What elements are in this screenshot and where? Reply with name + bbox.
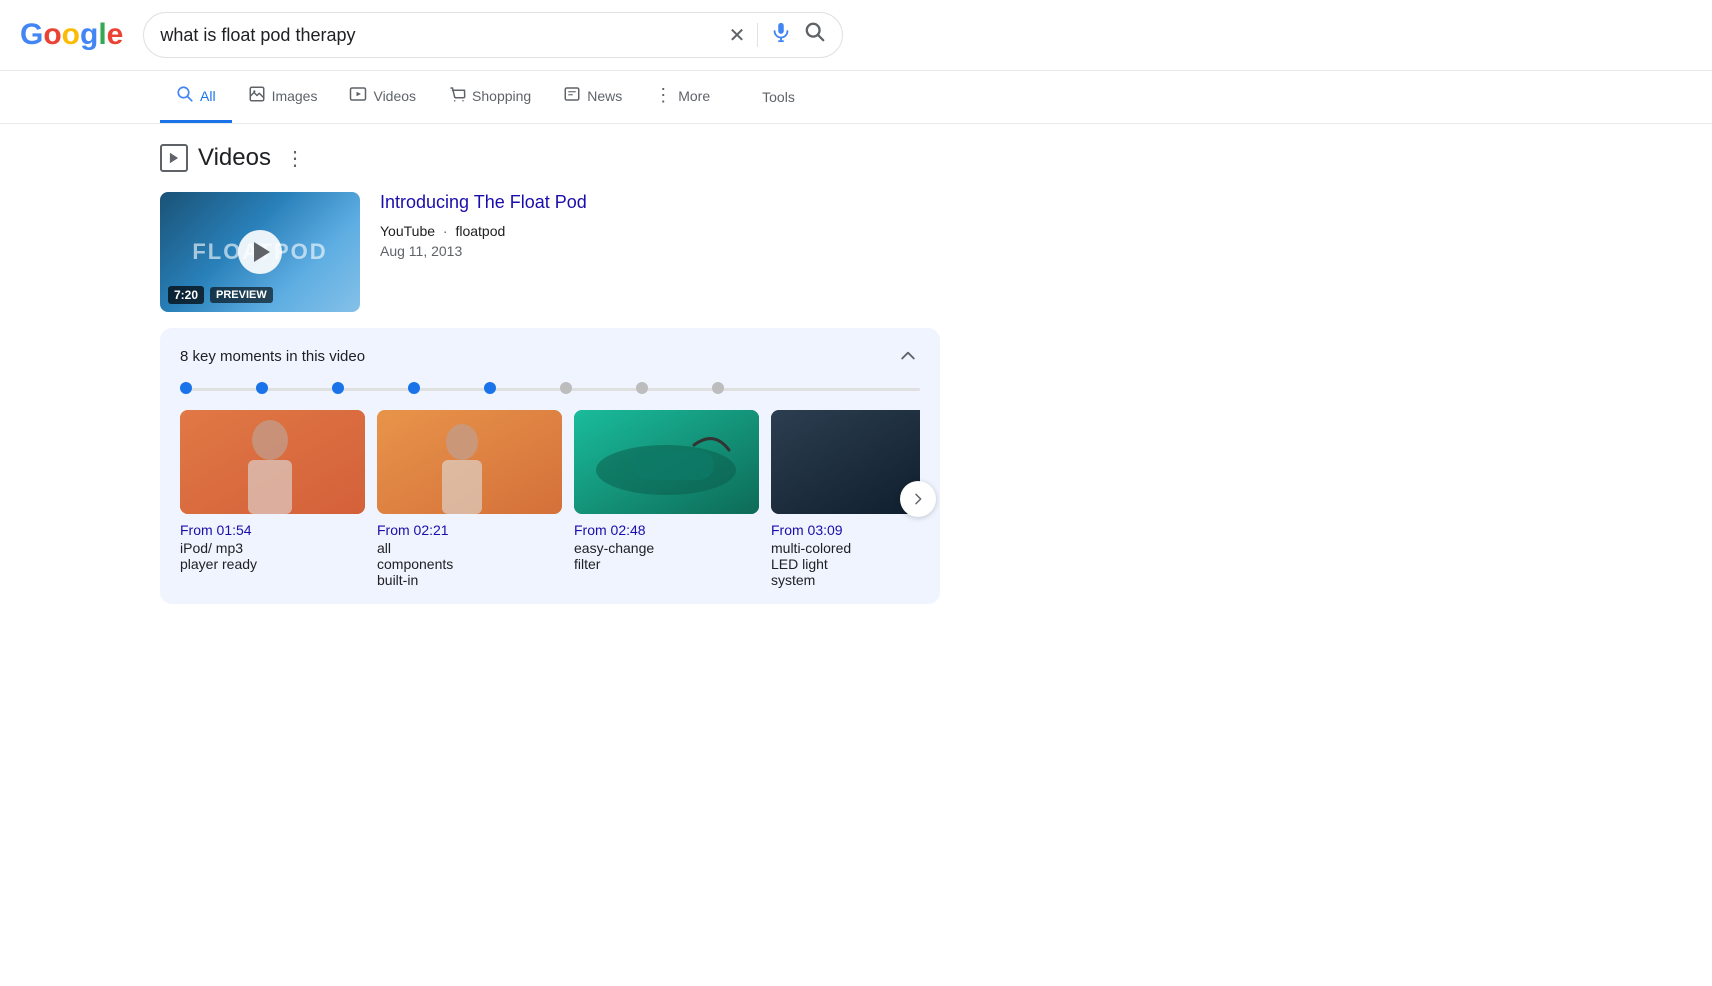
key-moments: 8 key moments in this video <box>160 328 940 604</box>
tab-tools[interactable]: Tools <box>746 75 811 119</box>
video-duration: 7:20 <box>168 286 204 304</box>
divider <box>757 23 758 47</box>
tab-all[interactable]: All <box>160 71 232 123</box>
all-icon <box>176 85 194 106</box>
tab-tools-label: Tools <box>762 89 795 105</box>
moment-label-3: easy-changefilter <box>574 540 759 572</box>
moment-thumb-1 <box>180 410 365 514</box>
tab-images-label: Images <box>272 88 318 104</box>
mic-icon[interactable] <box>770 21 792 49</box>
main-content: Videos ⋮ FLOATPOD 7:20 PREVIEW Introduci… <box>0 124 1100 644</box>
tab-videos[interactable]: Videos <box>333 71 432 123</box>
play-arrow-icon <box>254 242 270 262</box>
logo-g: G <box>20 18 43 51</box>
moments-row: From 01:54 iPod/ mp3player ready <box>180 410 920 588</box>
dot-4[interactable] <box>408 382 420 394</box>
search-submit-icon[interactable] <box>804 21 826 49</box>
timeline-dots <box>180 382 920 394</box>
channel-name: floatpod <box>455 223 505 239</box>
dot-3[interactable] <box>332 382 344 394</box>
search-input[interactable] <box>160 25 718 46</box>
section-more-icon[interactable]: ⋮ <box>285 146 305 171</box>
logo-g2: g <box>80 18 98 51</box>
source-name: YouTube <box>380 223 435 239</box>
images-icon <box>248 85 266 106</box>
moment-thumb-4 <box>771 410 920 514</box>
tab-shopping[interactable]: Shopping <box>432 71 547 123</box>
logo-l: l <box>98 18 106 51</box>
tab-all-label: All <box>200 88 216 104</box>
moment-time-1: From 01:54 <box>180 522 365 538</box>
video-source: YouTube · floatpod <box>380 223 940 239</box>
tab-news-label: News <box>587 88 622 104</box>
video-date: Aug 11, 2013 <box>380 243 940 259</box>
logo-o1: o <box>43 18 61 51</box>
clear-icon[interactable]: ✕ <box>729 23 746 48</box>
dot-1[interactable] <box>180 382 192 394</box>
header: Google ✕ <box>0 0 1712 71</box>
dot-7[interactable] <box>636 382 648 394</box>
timeline <box>180 382 920 394</box>
preview-label: PREVIEW <box>210 287 273 303</box>
videos-section-title: Videos <box>198 144 271 172</box>
moment-thumb-3 <box>574 410 759 514</box>
moment-label-4: multi-coloredLED lightsystem <box>771 540 920 588</box>
shopping-icon <box>448 85 466 106</box>
moments-container: From 01:54 iPod/ mp3player ready <box>180 410 920 588</box>
logo-e: e <box>107 18 124 51</box>
nav-tabs: All Images Videos Shopping <box>0 71 1712 124</box>
section-header: Videos ⋮ <box>160 144 940 172</box>
moment-card-4[interactable]: From 03:09 multi-coloredLED lightsystem <box>771 410 920 588</box>
videos-section-icon <box>160 144 188 172</box>
dot-separator: · <box>443 223 452 239</box>
key-moments-title: 8 key moments in this video <box>180 348 365 365</box>
tab-more[interactable]: ⋮ More <box>638 71 726 123</box>
moment-card-3[interactable]: From 02:48 easy-changefilter <box>574 410 759 588</box>
moment-label-1: iPod/ mp3player ready <box>180 540 365 572</box>
video-badge: 7:20 PREVIEW <box>168 286 273 304</box>
moment-label-2: allcomponentsbuilt-in <box>377 540 562 588</box>
moment-time-4: From 03:09 <box>771 522 920 538</box>
dot-8[interactable] <box>712 382 724 394</box>
scroll-next-button[interactable] <box>900 481 936 517</box>
tab-shopping-label: Shopping <box>472 88 531 104</box>
moment-card-1[interactable]: From 01:54 iPod/ mp3player ready <box>180 410 365 588</box>
key-moments-header: 8 key moments in this video <box>180 344 920 368</box>
dot-2[interactable] <box>256 382 268 394</box>
moment-time-2: From 02:21 <box>377 522 562 538</box>
tab-images[interactable]: Images <box>232 71 334 123</box>
video-card: FLOATPOD 7:20 PREVIEW Introducing The Fl… <box>160 192 940 312</box>
videos-icon <box>349 85 367 106</box>
play-button[interactable] <box>238 230 282 274</box>
video-info: Introducing The Float Pod YouTube · floa… <box>380 192 940 312</box>
search-bar[interactable]: ✕ <box>143 12 843 58</box>
news-icon <box>563 85 581 106</box>
dot-6[interactable] <box>560 382 572 394</box>
collapse-icon[interactable] <box>896 344 920 368</box>
more-dots-icon: ⋮ <box>654 85 672 106</box>
tab-more-label: More <box>678 88 710 104</box>
video-title[interactable]: Introducing The Float Pod <box>380 192 940 213</box>
search-icons: ✕ <box>729 21 827 49</box>
moment-thumb-2 <box>377 410 562 514</box>
tab-news[interactable]: News <box>547 71 638 123</box>
tab-videos-label: Videos <box>373 88 416 104</box>
google-logo: Google <box>20 18 123 52</box>
moment-time-3: From 02:48 <box>574 522 759 538</box>
dot-5[interactable] <box>484 382 496 394</box>
logo-o2: o <box>62 18 80 51</box>
moment-card-2[interactable]: From 02:21 allcomponentsbuilt-in <box>377 410 562 588</box>
video-thumbnail[interactable]: FLOATPOD 7:20 PREVIEW <box>160 192 360 312</box>
